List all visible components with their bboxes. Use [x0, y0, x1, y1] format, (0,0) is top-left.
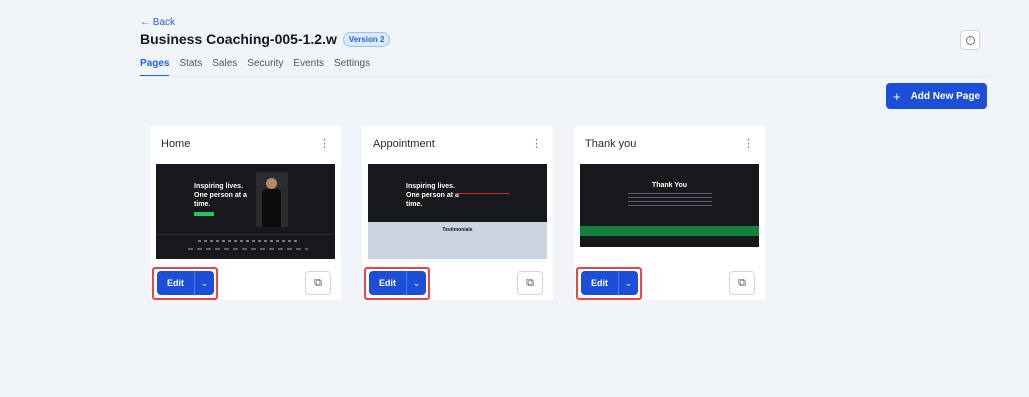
tab-divider — [140, 76, 988, 77]
tab-events[interactable]: Events — [293, 58, 324, 77]
kebab-menu-icon[interactable]: ⋮ — [743, 137, 754, 150]
chevron-down-icon[interactable]: ⌄ — [618, 271, 638, 295]
external-link-icon[interactable]: ⧉ — [305, 271, 331, 295]
page-card-thank-you: Thank you ⋮ Thank You Edit ⌄ ⧉ — [574, 126, 765, 300]
add-new-page-label: Add New Page — [910, 90, 981, 102]
edit-button-group: Edit ⌄ — [157, 271, 214, 295]
chevron-down-icon[interactable]: ⌄ — [406, 271, 426, 295]
plus-icon: + — [892, 88, 901, 104]
page-card-title: Home — [161, 137, 191, 150]
tab-stats[interactable]: Stats — [179, 58, 202, 77]
thumbnail-portrait — [256, 172, 288, 227]
edit-button[interactable]: Edit — [369, 271, 406, 295]
thumbnail-cta — [194, 212, 214, 216]
chevron-down-icon[interactable]: ⌄ — [194, 271, 214, 295]
edit-button-group: Edit ⌄ — [581, 271, 638, 295]
page-card-title: Appointment — [373, 137, 435, 150]
tab-bar: Pages Stats Sales Security Events Settin… — [140, 58, 370, 77]
page-card-home: Home ⋮ Inspiring lives. One person at a … — [150, 126, 341, 300]
edit-button[interactable]: Edit — [581, 271, 618, 295]
page-card-title: Thank you — [585, 137, 637, 150]
thumbnail-headline: Inspiring lives. One person at a time. — [406, 183, 459, 208]
page-header: Business Coaching-005-1.2.w Version 2 — [140, 31, 391, 47]
info-button[interactable]: i — [960, 30, 980, 50]
external-link-icon[interactable]: ⧉ — [517, 271, 543, 295]
back-link[interactable]: ← Back — [140, 17, 175, 28]
page-card-appointment: Appointment ⋮ Inspiring lives. One perso… — [362, 126, 553, 300]
tab-pages[interactable]: Pages — [140, 58, 170, 77]
edit-button-group: Edit ⌄ — [369, 271, 426, 295]
edit-button[interactable]: Edit — [157, 271, 194, 295]
tab-settings[interactable]: Settings — [334, 58, 370, 77]
thumbnail-headline: Thank You — [651, 182, 688, 189]
info-icon: i — [965, 35, 975, 45]
funnel-title: Business Coaching-005-1.2.w — [140, 31, 337, 47]
add-new-page-button[interactable]: + Add New Page — [886, 83, 987, 109]
kebab-menu-icon[interactable]: ⋮ — [531, 137, 542, 150]
tab-security[interactable]: Security — [247, 58, 283, 77]
thumbnail-testimonials: Testimonials — [442, 227, 473, 233]
thumbnail-headline: Inspiring lives. One person at a time. — [194, 183, 247, 208]
version-badge: Version 2 — [342, 31, 391, 47]
tab-sales[interactable]: Sales — [212, 58, 237, 77]
external-link-icon[interactable]: ⧉ — [729, 271, 755, 295]
page-thumbnail[interactable]: Inspiring lives. One person at a time. — [156, 164, 335, 259]
page-thumbnail[interactable]: Thank You — [580, 164, 759, 259]
kebab-menu-icon[interactable]: ⋮ — [319, 137, 330, 150]
page-thumbnail[interactable]: Inspiring lives. One person at a time. T… — [368, 164, 547, 259]
